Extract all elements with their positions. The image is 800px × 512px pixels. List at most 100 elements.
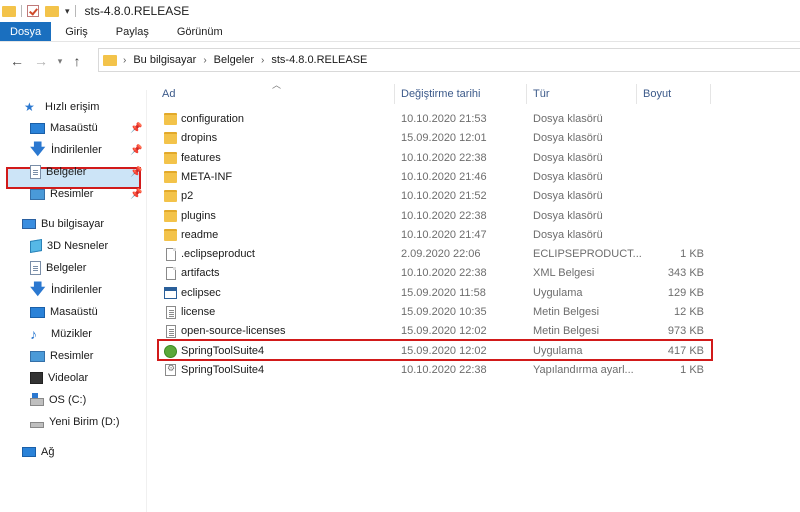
folder-icon xyxy=(164,113,177,125)
file-date: 10.10.2020 22:38 xyxy=(401,267,487,280)
window-title: sts-4.8.0.RELEASE xyxy=(84,4,190,18)
file-size: 129 KB xyxy=(667,286,704,299)
column-header-date[interactable]: Değiştirme tarihi xyxy=(401,84,526,104)
pin-icon[interactable]: 📌 xyxy=(130,145,142,156)
file-date: 15.09.2020 10:35 xyxy=(401,306,487,318)
config-file-icon xyxy=(165,363,176,376)
navigation-bar: ← → ▾ ↑ › Bu bilgisayar › Belgeler › sts… xyxy=(0,48,800,74)
video-icon xyxy=(30,372,43,384)
up-arrow-icon[interactable]: ↑ xyxy=(68,53,86,69)
breadcrumb-this-pc[interactable]: Bu bilgisayar xyxy=(133,54,196,66)
desktop-icon xyxy=(30,122,45,134)
column-header-size[interactable]: Boyut xyxy=(643,84,709,104)
sidebar-item-videos[interactable]: Videolar xyxy=(30,368,88,388)
pin-icon[interactable]: 📌 xyxy=(130,189,142,200)
sidebar-item-network[interactable]: Ağ xyxy=(22,442,54,462)
column-header-name[interactable]: Ad xyxy=(162,84,392,104)
document-icon xyxy=(30,165,41,179)
sidebar-item-pc-downloads[interactable]: 🡇 İndirilenler xyxy=(30,280,102,300)
file-name: artifacts xyxy=(181,267,220,280)
sidebar-item-label: Resimler xyxy=(50,188,94,200)
chevron-right-icon[interactable]: › xyxy=(203,55,206,66)
file-icon xyxy=(166,267,176,281)
column-separator[interactable] xyxy=(526,84,527,104)
file-row[interactable]: SpringToolSuite4 10.10.2020 22:38 Yapıland… xyxy=(160,361,712,380)
sidebar-item-drive-d[interactable]: Yeni Birim (D:) xyxy=(30,412,120,432)
file-row[interactable]: p2 10.10.2020 21:52 Dosya klasörü xyxy=(160,187,712,206)
tab-share[interactable]: Paylaş xyxy=(102,22,163,41)
recent-locations-icon[interactable]: ▾ xyxy=(54,56,66,67)
pin-icon[interactable]: 📌 xyxy=(130,167,142,178)
back-arrow-icon[interactable]: ← xyxy=(8,53,26,69)
file-row[interactable]: eclipsec 15.09.2020 11:58 Uygulama 129 KB xyxy=(160,284,712,303)
file-row[interactable]: license 15.09.2020 10:35 Metin Belgesi 12 K… xyxy=(160,303,712,322)
sidebar-item-pc-pictures[interactable]: Resimler xyxy=(30,346,93,366)
file-size: 973 KB xyxy=(667,325,704,338)
file-date: 10.10.2020 22:38 xyxy=(401,363,487,376)
file-type: Dosya klasörü xyxy=(533,113,603,125)
music-note-icon: ♪ xyxy=(30,326,37,342)
file-date: 10.10.2020 21:52 xyxy=(401,190,487,203)
sidebar-item-downloads[interactable]: 🡇 İndirilenler xyxy=(30,140,102,160)
file-size: 12 KB xyxy=(674,306,704,318)
file-row[interactable]: plugins 10.10.2020 22:38 Dosya klasörü xyxy=(160,207,712,226)
breadcrumb-current-folder[interactable]: sts-4.8.0.RELEASE xyxy=(271,54,367,66)
chevron-right-icon[interactable]: › xyxy=(261,55,264,66)
column-header-type[interactable]: Tür xyxy=(533,84,633,104)
file-row[interactable]: features 10.10.2020 22:38 Dosya klasörü xyxy=(160,149,712,168)
sidebar-item-this-pc[interactable]: Bu bilgisayar xyxy=(22,214,104,234)
tab-view[interactable]: Görünüm xyxy=(163,22,237,41)
folder-icon xyxy=(164,228,177,241)
tab-home[interactable]: Giriş xyxy=(51,22,102,41)
column-separator[interactable] xyxy=(636,84,637,104)
folder-icon xyxy=(164,151,177,164)
file-row[interactable]: .eclipseproduct 2.09.2020 22:06 ECLIPSEPRO… xyxy=(160,245,712,264)
sidebar-item-pictures[interactable]: Resimler xyxy=(30,184,93,204)
sidebar-item-label: Resimler xyxy=(50,350,94,362)
file-row[interactable]: readme 10.10.2020 21:47 Dosya klasörü xyxy=(160,226,712,245)
file-name: readme xyxy=(181,228,219,241)
file-row[interactable]: dropins 15.09.2020 12:01 Dosya klasörü xyxy=(160,129,712,148)
file-type: XML Belgesi xyxy=(533,267,595,280)
sidebar-item-pc-documents[interactable]: Belgeler xyxy=(30,258,86,278)
file-name: open-source-licenses xyxy=(181,325,286,338)
address-bar[interactable]: › Bu bilgisayar › Belgeler › sts-4.8.0.R… xyxy=(98,48,800,72)
sidebar-item-documents[interactable]: Belgeler xyxy=(30,162,86,182)
sidebar-item-label: İndirilenler xyxy=(51,144,102,156)
drive-icon xyxy=(30,422,44,428)
highlight-annotation xyxy=(157,338,713,361)
column-separator[interactable] xyxy=(394,84,395,104)
file-row[interactable]: configuration 10.10.2020 21:53 Dosya klasö… xyxy=(160,110,712,129)
file-type: Dosya klasörü xyxy=(533,228,603,241)
file-type: Dosya klasörü xyxy=(533,132,603,145)
sidebar-item-pc-desktop[interactable]: Masaüstü xyxy=(30,302,98,322)
tab-file[interactable]: Dosya xyxy=(0,22,52,41)
customize-toolbar-icon[interactable]: ▾ xyxy=(65,6,70,17)
column-separator[interactable] xyxy=(710,84,711,104)
sidebar-item-quick-access[interactable]: ★ Hızlı erişim xyxy=(24,97,99,117)
new-folder-icon[interactable] xyxy=(45,5,59,17)
forward-arrow-icon[interactable]: → xyxy=(32,53,50,69)
sidebar-item-desktop[interactable]: Masaüstü xyxy=(30,118,98,138)
file-name: plugins xyxy=(181,209,216,222)
file-type: Dosya klasörü xyxy=(533,170,603,183)
file-date: 10.10.2020 21:47 xyxy=(401,228,487,241)
divider xyxy=(74,5,76,17)
properties-icon[interactable] xyxy=(27,5,39,17)
sidebar-item-drive-c[interactable]: OS (C:) xyxy=(30,390,86,410)
file-row[interactable]: artifacts 10.10.2020 22:38 XML Belgesi 343 … xyxy=(160,264,712,283)
sidebar-item-music[interactable]: ♪ Müzikler xyxy=(30,324,92,344)
download-icon: 🡇 xyxy=(30,281,46,298)
file-type: Yapılandırma ayarl... xyxy=(533,363,634,376)
breadcrumb-documents[interactable]: Belgeler xyxy=(214,54,254,66)
file-name: features xyxy=(181,151,221,164)
pin-icon[interactable]: 📌 xyxy=(130,123,142,134)
sidebar-item-3d-objects[interactable]: 3D Nesneler xyxy=(30,236,108,256)
chevron-right-icon[interactable]: › xyxy=(123,55,126,66)
file-row[interactable]: META-INF 10.10.2020 21:46 Dosya klasörü xyxy=(160,168,712,187)
file-size: 1 KB xyxy=(680,363,704,376)
file-date: 15.09.2020 12:01 xyxy=(401,132,487,145)
sidebar-item-label: 3D Nesneler xyxy=(47,240,109,252)
folder-icon xyxy=(164,209,177,222)
file-type: Metin Belgesi xyxy=(533,325,600,338)
